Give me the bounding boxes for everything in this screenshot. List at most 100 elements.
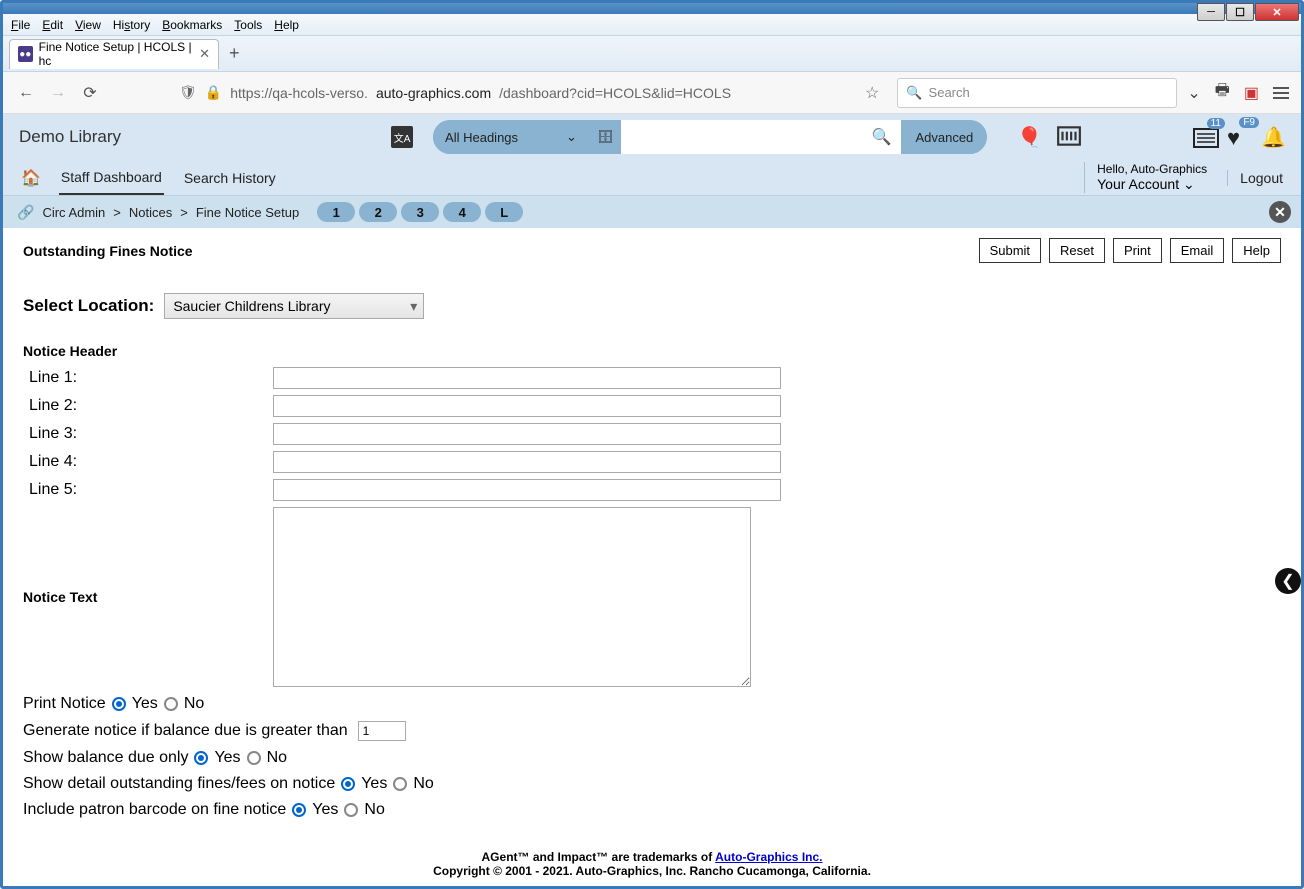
yes-label: Yes: [132, 695, 158, 713]
menu-file[interactable]: File: [5, 16, 36, 34]
your-account-label: Your Account: [1097, 176, 1179, 192]
forms-badge: 11: [1207, 118, 1225, 129]
balance-only-no-radio[interactable]: [247, 751, 261, 765]
balance-only-yes-radio[interactable]: [194, 751, 208, 765]
catalog-search-input[interactable]: [621, 120, 861, 154]
step-l[interactable]: L: [485, 202, 523, 222]
notice-textarea[interactable]: [273, 507, 751, 687]
bell-icon[interactable]: 🔔: [1261, 125, 1285, 149]
database-icon[interactable]: 🗄: [589, 129, 622, 145]
advanced-search-button[interactable]: Advanced: [901, 120, 987, 154]
footer-trademark: AGent™ and Impact™ are trademarks of: [482, 850, 716, 864]
back-button[interactable]: ←: [15, 82, 37, 104]
browser-search-placeholder: Search: [929, 85, 970, 100]
reset-button[interactable]: Reset: [1049, 238, 1105, 263]
line3-input[interactable]: [273, 423, 781, 445]
print-button[interactable]: Print: [1113, 238, 1162, 263]
close-panel-button[interactable]: ✕: [1269, 201, 1291, 223]
line4-input[interactable]: [273, 451, 781, 473]
menu-help[interactable]: Help: [268, 16, 305, 34]
page-title: Outstanding Fines Notice: [23, 243, 193, 259]
window-maximize-button[interactable]: ☐: [1226, 3, 1254, 21]
chain-icon: 🔗: [17, 204, 34, 221]
print-notice-no-radio[interactable]: [164, 697, 178, 711]
browser-tab-row: ●● Fine Notice Setup | HCOLS | hc ✕ +: [3, 36, 1301, 72]
hello-text: Hello, Auto-Graphics: [1097, 162, 1207, 176]
step-1[interactable]: 1: [317, 202, 355, 222]
footer-link[interactable]: Auto-Graphics Inc.: [715, 850, 822, 864]
balance-threshold-input[interactable]: [358, 721, 406, 741]
browser-search-field[interactable]: 🔍 Search: [897, 78, 1177, 108]
location-select[interactable]: Saucier Childrens Library: [164, 293, 424, 319]
home-icon[interactable]: 🏠: [21, 168, 41, 188]
line3-label: Line 3:: [23, 425, 273, 443]
forms-icon[interactable]: 11: [1193, 126, 1219, 148]
heart-icon[interactable]: ♥ F9: [1227, 125, 1253, 149]
url-domain: auto-graphics.com: [376, 85, 491, 101]
browser-toolbar: ← → ⟳ 🛡 🔒 https://qa-hcols-verso.auto-gr…: [3, 72, 1301, 114]
catalog-search-group: All Headings ⌄ 🗄 🔍 Advanced: [433, 120, 987, 154]
step-2[interactable]: 2: [359, 202, 397, 222]
line1-input[interactable]: [273, 367, 781, 389]
select-location-label: Select Location:: [23, 296, 154, 316]
language-icon[interactable]: 文A: [391, 126, 413, 148]
browser-tab[interactable]: ●● Fine Notice Setup | HCOLS | hc ✕: [9, 39, 219, 69]
extension-icon[interactable]: ▣: [1244, 83, 1259, 103]
detail-yes-radio[interactable]: [341, 777, 355, 791]
pocket-icon[interactable]: ⌄: [1187, 83, 1200, 103]
menu-history[interactable]: History: [107, 16, 156, 34]
email-button[interactable]: Email: [1170, 238, 1225, 263]
window-minimize-button[interactable]: ─: [1197, 3, 1225, 21]
print-notice-label: Print Notice: [23, 695, 106, 713]
shield-icon: 🛡: [179, 84, 197, 101]
window-close-button[interactable]: ✕: [1255, 3, 1299, 21]
barcode-label: Include patron barcode on fine notice: [23, 801, 286, 819]
menu-tools[interactable]: Tools: [228, 16, 268, 34]
forward-button[interactable]: →: [47, 82, 69, 104]
url-suffix: /dashboard?cid=HCOLS&lid=HCOLS: [499, 85, 731, 101]
side-panel-toggle[interactable]: ❮: [1275, 568, 1301, 594]
app-menu-button[interactable]: [1273, 87, 1289, 99]
bookmark-star-icon[interactable]: ☆: [865, 83, 879, 103]
crumb-circ-admin[interactable]: Circ Admin: [42, 205, 105, 220]
barcode-yes-radio[interactable]: [292, 803, 306, 817]
no-label: No: [413, 775, 433, 793]
crumb-sep: >: [180, 205, 188, 220]
line5-input[interactable]: [273, 479, 781, 501]
crumb-notices[interactable]: Notices: [129, 205, 172, 220]
logout-link[interactable]: Logout: [1227, 170, 1283, 186]
detail-label: Show detail outstanding fines/fees on no…: [23, 775, 335, 793]
menu-edit[interactable]: Edit: [36, 16, 69, 34]
headings-dropdown[interactable]: All Headings ⌄: [433, 120, 589, 154]
tab-close-icon[interactable]: ✕: [199, 46, 210, 62]
catalog-search-button[interactable]: 🔍: [861, 120, 901, 154]
new-tab-button[interactable]: +: [229, 43, 240, 64]
reload-button[interactable]: ⟳: [79, 82, 101, 104]
app-nav: 🏠 Staff Dashboard Search History Hello, …: [3, 160, 1301, 196]
nav-search-history[interactable]: Search History: [182, 162, 278, 194]
heart-badge: F9: [1239, 117, 1259, 128]
account-dropdown[interactable]: Hello, Auto-Graphics Your Account ⌄: [1084, 162, 1207, 193]
footer-copyright: Copyright © 2001 - 2021. Auto-Graphics, …: [433, 864, 871, 878]
detail-no-radio[interactable]: [393, 777, 407, 791]
notice-header-label: Notice Header: [23, 343, 1281, 359]
help-button[interactable]: Help: [1232, 238, 1281, 263]
line2-input[interactable]: [273, 395, 781, 417]
nav-staff-dashboard[interactable]: Staff Dashboard: [59, 161, 164, 195]
menu-view[interactable]: View: [69, 16, 107, 34]
print-notice-yes-radio[interactable]: [112, 697, 126, 711]
step-4[interactable]: 4: [443, 202, 481, 222]
step-3[interactable]: 3: [401, 202, 439, 222]
menu-bookmarks[interactable]: Bookmarks: [156, 16, 228, 34]
search-icon: 🔍: [906, 85, 922, 101]
url-field[interactable]: 🛡 🔒 https://qa-hcols-verso.auto-graphics…: [171, 78, 887, 108]
breadcrumb-bar: 🔗 Circ Admin > Notices > Fine Notice Set…: [3, 196, 1301, 228]
balloon-icon[interactable]: 🎈: [1017, 125, 1042, 150]
crumb-sep: >: [113, 205, 121, 220]
headings-label: All Headings: [445, 130, 518, 145]
scan-icon[interactable]: [1056, 123, 1082, 152]
notice-text-label: Notice Text: [23, 507, 273, 687]
submit-button[interactable]: Submit: [979, 238, 1041, 263]
print-icon[interactable]: 🖶: [1215, 79, 1230, 106]
barcode-no-radio[interactable]: [344, 803, 358, 817]
